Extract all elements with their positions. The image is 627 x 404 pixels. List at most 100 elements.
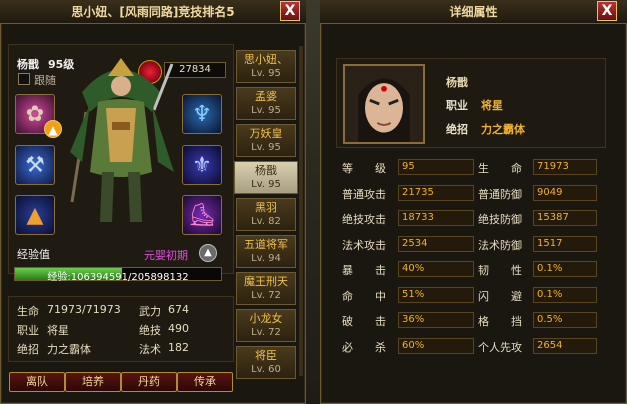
roster-tab[interactable]: 魔王刑天 Lv. 72 [236,272,296,305]
attr-value: 0.1% [533,261,597,277]
stat-value: 182 [168,341,189,354]
attr-label: 普通攻击 [342,187,386,201]
pill-button[interactable]: 丹药 [121,372,177,392]
roster-name: 万妖皇 [249,127,283,140]
stat-label: 生命 [17,305,39,318]
attr-value: 51% [398,286,474,303]
roster-name: 孟婆 [255,90,277,103]
attr-value: 1517 [533,235,597,252]
roster-tab[interactable]: 将臣 Lv. 60 [236,346,296,379]
equip-slot-pendant[interactable]: ▲ [15,195,55,235]
attr-label: 绝技防御 [478,213,522,226]
stat-label: 绝技 [139,324,161,337]
attr-value: 0.5% [533,312,597,328]
roster-level: Lv. 95 [251,105,281,116]
attr-label: 必 杀 [342,340,386,354]
detail-panel-title: 详细属性 [449,5,498,19]
realm-label: 元婴初期 [144,249,188,262]
exp-label: 经验值 [17,248,50,261]
roster-name: 将臣 [255,349,277,362]
equip-slot-armor[interactable]: ⚜ [182,145,222,185]
leave-team-button[interactable]: 离队 [9,372,65,392]
roster-tab[interactable]: 万妖皇 Lv. 95 [236,124,296,157]
detail-job-value: 将星 [481,99,503,112]
roster-tab[interactable]: 黑羽 Lv. 82 [236,198,296,231]
stat-label: 武力 [139,305,161,318]
stat-label: 法术 [139,343,161,356]
roster-name: 魔王刑天 [244,275,288,288]
attr-label: 法术攻击 [342,238,386,252]
hero-stats [8,296,234,362]
roster-level: Lv. 72 [251,327,281,338]
attr-value: 0.1% [533,286,597,303]
roster-scrollbar[interactable] [299,46,303,376]
hero-panel-titlebar: 思小妞、[风雨同路]竞技排名5 [0,0,306,24]
attr-value: 2654 [533,337,597,354]
attr-label: 闪 避 [478,289,522,303]
attr-label: 个人先攻 [478,340,522,354]
train-button[interactable]: 培养 [65,372,121,392]
roster-name: 思小妞、 [244,53,288,66]
detail-skill-label: 绝招 [446,123,468,136]
realm-up-arrow-icon[interactable]: ▲ [199,244,217,262]
attr-value: 36% [398,312,474,328]
hero-panel-title: 思小妞、[风雨同路]竞技排名5 [71,5,235,19]
detail-skill-value: 力之霸体 [481,123,525,136]
inherit-button[interactable]: 传承 [177,372,233,392]
attr-label: 生 命 [478,162,522,175]
roster-tab[interactable]: 思小妞、 Lv. 95 [236,50,296,83]
attr-value: 15387 [533,210,597,226]
roster-tab[interactable]: 杨戬 Lv. 95 [234,161,298,194]
stat-value: 71973/71973 [47,303,121,316]
stat-value: 将星 [47,324,69,337]
roster-tab[interactable]: 孟婆 Lv. 95 [236,87,296,120]
hero-figure [70,58,174,222]
stat-value: 490 [168,322,189,335]
upgrade-arrow-icon[interactable]: ▲ [44,120,62,138]
attr-value: 9049 [533,184,597,201]
detail-job-label: 职业 [446,99,468,112]
detail-hero-name: 杨戬 [446,76,468,89]
roster-tab[interactable]: 五道将军 Lv. 94 [236,235,296,268]
attr-label: 绝技攻击 [342,213,386,226]
equip-slot-boots[interactable]: ⛸ [182,195,222,235]
attr-value: 21735 [398,184,474,201]
roster-tab[interactable]: 小龙女 Lv. 72 [236,309,296,342]
stat-value: 力之霸体 [47,343,91,356]
attr-label: 法术防御 [478,238,522,252]
attr-label: 破 击 [342,315,386,328]
attr-value: 18733 [398,210,474,226]
follow-checkbox[interactable] [18,73,30,85]
roster-name: 小龙女 [249,312,283,325]
attr-value: 95 [398,159,474,175]
attr-value: 2534 [398,235,474,252]
roster-level: Lv. 95 [251,68,281,79]
roster-level: Lv. 82 [251,216,281,227]
attr-label: 普通防御 [478,187,522,201]
attr-value: 40% [398,261,474,277]
stat-label: 绝招 [17,343,39,356]
attr-label: 暴 击 [342,264,386,277]
stat-value: 674 [168,303,189,316]
close-icon[interactable]: X [280,1,300,21]
hero-avatar [343,64,425,144]
roster-level: Lv. 94 [251,253,281,264]
attr-label: 命 中 [342,289,386,303]
attr-value: 60% [398,337,474,354]
equip-slot-helmet[interactable]: ♆ [182,94,222,134]
roster-level: Lv. 60 [251,364,281,375]
follow-label: 跟随 [34,74,56,87]
roster-name: 五道将军 [244,238,288,251]
roster-level: Lv. 72 [251,290,281,301]
roster-name: 黑羽 [255,201,277,214]
roster-name: 杨戬 [255,164,277,177]
attr-label: 韧 性 [478,264,522,277]
exp-bar-text: 经验:106394591/205898132 [47,272,189,283]
stat-label: 职业 [17,324,39,337]
equip-slot-hammer[interactable]: ⚒ [15,145,55,185]
roster-level: Lv. 95 [251,142,281,153]
close-icon[interactable]: X [597,1,617,21]
roster-level: Lv. 95 [251,179,281,190]
attr-label: 格 挡 [478,315,522,328]
attr-value: 71973 [533,159,597,175]
